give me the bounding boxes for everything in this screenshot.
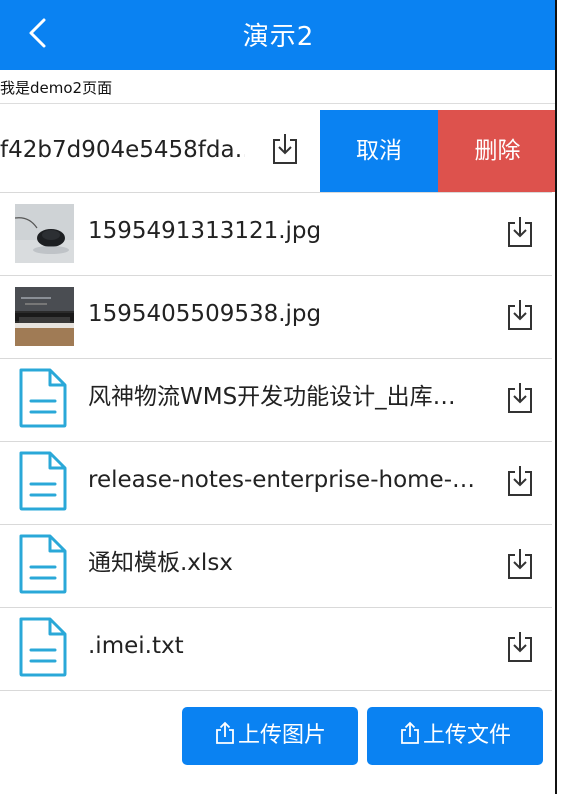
file-name: .imei.txt (88, 633, 184, 659)
download-button[interactable] (505, 215, 535, 249)
download-button[interactable] (270, 132, 300, 166)
file-name: 风神物流WMS开发功能设计_出库… (88, 384, 456, 410)
download-icon (508, 383, 532, 413)
file-name: f42b7d904e5458fda… (0, 137, 245, 163)
page-subtitle: 我是demo2页面 (0, 73, 555, 104)
download-icon (508, 632, 532, 662)
page-title: 演示2 (242, 22, 315, 52)
download-button[interactable] (505, 464, 535, 498)
list-item[interactable]: 通知模板.xlsx (0, 525, 552, 608)
file-name: release-notes-enterprise-home-… (88, 467, 476, 493)
list-item[interactable]: .imei.txt (0, 608, 552, 691)
upload-file-label: 上传文件 (422, 723, 511, 748)
app-frame: 演示2 我是demo2页面 f42b7d904e5458fda… 取消 删除 1… (0, 0, 557, 794)
document-icon (19, 617, 67, 677)
file-name: 1595491313121.jpg (88, 218, 322, 244)
list-item[interactable]: 风神物流WMS开发功能设计_出库… (0, 359, 552, 442)
download-icon (273, 134, 297, 164)
upload-icon (399, 710, 421, 744)
file-name: 1595405509538.jpg (88, 301, 322, 327)
download-button[interactable] (505, 381, 535, 415)
document-icon (19, 368, 67, 428)
image-thumbnail (15, 204, 74, 263)
download-icon (508, 300, 532, 330)
download-button[interactable] (505, 298, 535, 332)
list-item[interactable]: 1595491313121.jpg (0, 193, 552, 276)
download-icon (508, 549, 532, 579)
list-item[interactable]: release-notes-enterprise-home-… (0, 442, 552, 525)
document-icon (19, 451, 67, 511)
document-icon (19, 534, 67, 594)
download-icon (508, 466, 532, 496)
upload-icon (214, 710, 236, 744)
upload-image-label: 上传图片 (237, 723, 326, 748)
delete-button[interactable]: 删除 (438, 110, 555, 192)
download-icon (508, 217, 532, 247)
image-thumbnail (15, 287, 74, 346)
swiped-list-item[interactable]: f42b7d904e5458fda… 取消 删除 (0, 110, 555, 193)
file-name: 通知模板.xlsx (88, 550, 233, 576)
list-item[interactable]: 1595405509538.jpg (0, 276, 552, 359)
download-button[interactable] (505, 630, 535, 664)
cancel-button[interactable]: 取消 (320, 110, 438, 192)
download-button[interactable] (505, 547, 535, 581)
upload-image-button[interactable]: 上传图片 (182, 707, 358, 765)
nav-bar: 演示2 (0, 0, 555, 70)
upload-file-button[interactable]: 上传文件 (367, 707, 543, 765)
